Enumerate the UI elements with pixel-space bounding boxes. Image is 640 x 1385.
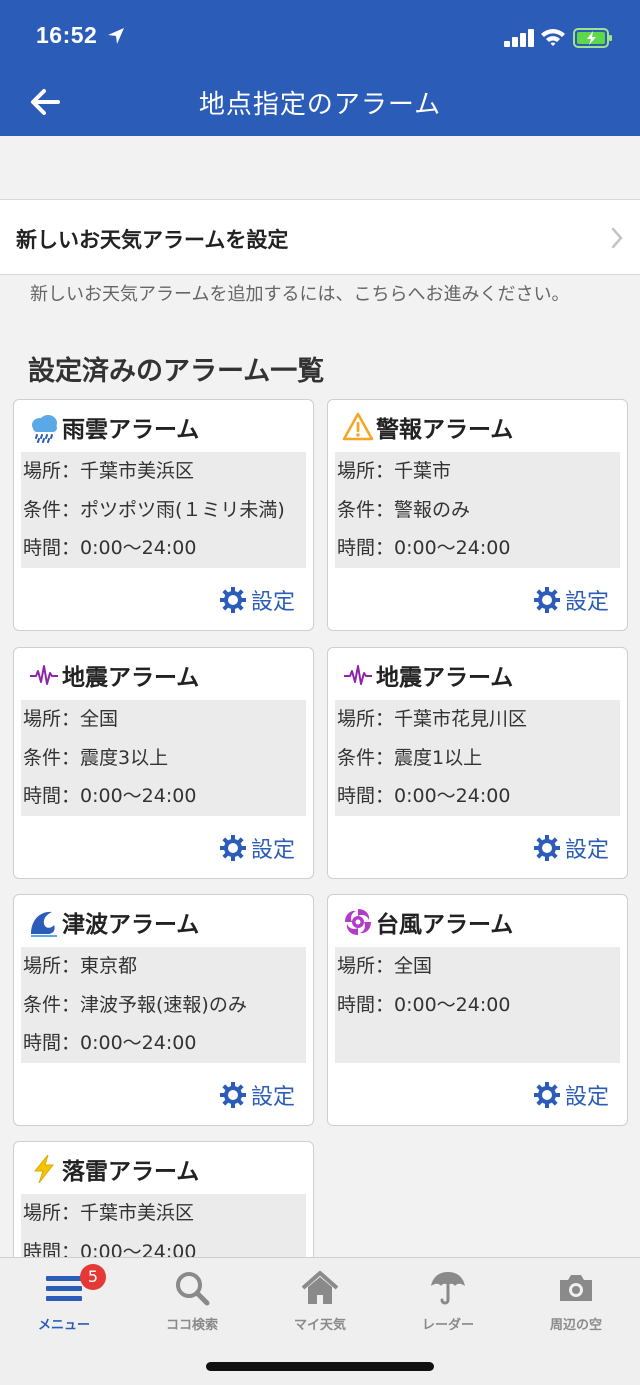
info-location: 場所：全国 (337, 955, 433, 977)
settings-label: 設定 (250, 838, 295, 863)
card-title: 津波アラーム (62, 912, 200, 938)
card-info: 場所：千葉市 条件：警報のみ 時間：0:00〜24:00 (335, 452, 620, 568)
card-info: 場所：全国 条件：震度3以上 時間：0:00〜24:00 (21, 700, 306, 816)
notification-badge: 5 (80, 1264, 106, 1290)
camera-icon (560, 1275, 592, 1301)
umbrella-icon (431, 1272, 465, 1305)
tab-search[interactable]: ココ検索 (128, 1258, 256, 1342)
tab-radar[interactable]: レーダー (384, 1258, 512, 1342)
card-title: 台風アラーム (376, 912, 514, 938)
seismic-wave-icon (30, 665, 58, 685)
alarm-card-list: 雨雲アラーム 場所：千葉市美浜区 条件：ポツポツ雨(１ミリ未満) 時間：0:00… (0, 0, 640, 1257)
rain-cloud-icon (32, 415, 57, 443)
tab-label: メニュー (37, 1318, 90, 1333)
alarm-card: 落雷アラーム 場所：千葉市美浜区 時間：0:00〜24:00 (13, 1141, 314, 1257)
alarm-card: 津波アラーム 場所：東京都 条件：津波予報(速報)のみ 時間：0:00〜24:0… (13, 894, 314, 1126)
gear-icon (219, 587, 246, 613)
menu-icon (46, 1276, 82, 1301)
card-title: 警報アラーム (376, 417, 514, 443)
tab-label: レーダー (421, 1318, 474, 1333)
info-location: 場所：千葉市花見川区 (337, 708, 528, 730)
tab-label: ココ検索 (165, 1318, 218, 1333)
alarm-card: 台風アラーム 場所：全国 時間：0:00〜24:00 設定 (327, 894, 628, 1126)
warning-icon (342, 412, 374, 441)
tsunami-wave-icon (31, 911, 57, 937)
card-title: 地震アラーム (376, 665, 514, 691)
gear-icon (533, 587, 560, 613)
settings-button[interactable]: 設定 (219, 584, 295, 616)
settings-button[interactable]: 設定 (219, 1079, 295, 1111)
home-indicator (206, 1362, 434, 1371)
lightning-icon (33, 1154, 55, 1184)
settings-button[interactable]: 設定 (533, 584, 609, 616)
typhoon-icon (345, 909, 371, 935)
settings-label: 設定 (564, 1085, 609, 1110)
card-title: 雨雲アラーム (62, 417, 200, 443)
card-info: 場所：千葉市美浜区 条件：ポツポツ雨(１ミリ未満) 時間：0:00〜24:00 (21, 452, 306, 568)
card-title: 落雷アラーム (62, 1159, 200, 1185)
info-condition: 条件：震度1以上 (337, 746, 483, 769)
gear-icon (533, 835, 560, 861)
gear-icon (219, 835, 246, 861)
info-time: 時間：0:00〜24:00 (23, 537, 197, 559)
tab-my-weather[interactable]: マイ天気 (256, 1258, 384, 1342)
info-time: 時間：0:00〜24:00 (337, 537, 511, 559)
alarm-card: 地震アラーム 場所：全国 条件：震度3以上 時間：0:00〜24:00 設定 (13, 647, 314, 879)
info-location: 場所：東京都 (23, 955, 138, 977)
card-info: 場所：千葉市花見川区 条件：震度1以上 時間：0:00〜24:00 (335, 700, 620, 816)
seismic-wave-icon (344, 665, 372, 685)
info-condition: 条件：震度3以上 (23, 746, 169, 769)
tab-label: 周辺の空 (549, 1318, 602, 1333)
gear-icon (219, 1082, 246, 1108)
settings-label: 設定 (250, 590, 295, 615)
tab-menu[interactable]: 5 メニュー (0, 1258, 128, 1342)
card-title: 地震アラーム (62, 665, 200, 691)
settings-button[interactable]: 設定 (219, 832, 295, 864)
card-info: 場所：全国 時間：0:00〜24:00 (335, 947, 620, 1063)
info-time: 時間：0:00〜24:00 (23, 1240, 197, 1258)
tab-label: マイ天気 (293, 1318, 346, 1333)
settings-label: 設定 (250, 1085, 295, 1110)
info-location: 場所：千葉市美浜区 (23, 1202, 195, 1224)
search-icon (176, 1272, 210, 1306)
alarm-card: 地震アラーム 場所：千葉市花見川区 条件：震度1以上 時間：0:00〜24:00… (327, 647, 628, 879)
alarm-card: 警報アラーム 場所：千葉市 条件：警報のみ 時間：0:00〜24:00 設定 (327, 399, 628, 631)
info-time: 時間：0:00〜24:00 (337, 993, 511, 1016)
gear-icon (533, 1082, 560, 1108)
info-location: 場所：千葉市美浜区 (23, 460, 195, 482)
info-condition: 条件：警報のみ (337, 498, 471, 521)
card-info: 場所：千葉市美浜区 時間：0:00〜24:00 (21, 1194, 306, 1257)
info-time: 時間：0:00〜24:00 (23, 1032, 197, 1054)
tab-nearby-sky[interactable]: 周辺の空 (512, 1258, 640, 1342)
info-location: 場所：千葉市 (337, 460, 452, 482)
settings-button[interactable]: 設定 (533, 832, 609, 864)
alarm-card: 雨雲アラーム 場所：千葉市美浜区 条件：ポツポツ雨(１ミリ未満) 時間：0:00… (13, 399, 314, 631)
settings-label: 設定 (564, 590, 609, 615)
info-time: 時間：0:00〜24:00 (337, 785, 511, 807)
home-icon (301, 1271, 339, 1304)
card-info: 場所：東京都 条件：津波予報(速報)のみ 時間：0:00〜24:00 (21, 947, 306, 1063)
settings-button[interactable]: 設定 (533, 1079, 609, 1111)
info-location: 場所：全国 (23, 708, 119, 730)
info-time: 時間：0:00〜24:00 (23, 785, 197, 807)
info-condition: 条件：津波予報(速報)のみ (23, 993, 247, 1016)
info-condition: 条件：ポツポツ雨(１ミリ未満) (23, 498, 285, 521)
settings-label: 設定 (564, 838, 609, 863)
